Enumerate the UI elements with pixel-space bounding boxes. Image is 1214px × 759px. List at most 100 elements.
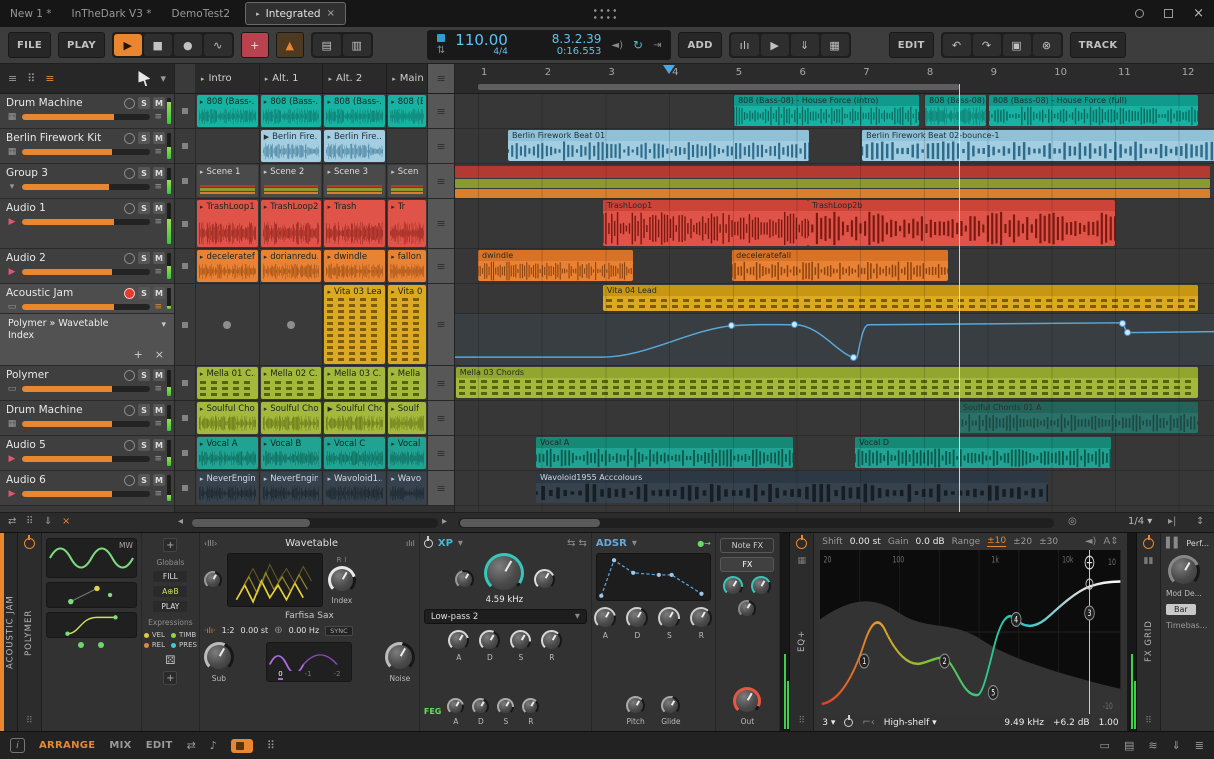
volume-slider[interactable] — [22, 386, 151, 392]
scene-header-alt-1[interactable]: ▸ Alt. 1 — [259, 64, 324, 93]
eq-band-power-button[interactable] — [844, 715, 854, 727]
edit-tab[interactable]: EDIT — [146, 740, 173, 751]
clip-play-icon[interactable]: ▸ — [264, 202, 268, 212]
launcher-clip-soulf[interactable]: ▸ Soulf — [388, 402, 427, 434]
chooser-add-button[interactable]: + — [134, 348, 143, 361]
feg-r-knob[interactable]: R — [522, 698, 540, 726]
launcher-scrollbar[interactable] — [192, 518, 438, 528]
wavetable-preset-name[interactable]: Farfisa Sax — [204, 611, 415, 621]
track-options-icon[interactable]: ≡ — [154, 489, 162, 499]
mute-button[interactable]: M — [153, 132, 165, 144]
globals-fill-button[interactable]: FILL — [153, 571, 188, 582]
keytrack-icon[interactable]: ·ılı· — [204, 626, 216, 635]
filter-env-a-knob[interactable]: A — [448, 630, 470, 662]
expression-pres[interactable]: PRES — [171, 641, 197, 649]
chooser-caret-icon[interactable]: ▾ — [161, 320, 166, 330]
clip-play-icon[interactable]: ▸ — [327, 474, 331, 484]
solo-button[interactable]: S — [138, 474, 150, 486]
clip-slot[interactable]: ▸ Mella 02 C... — [259, 366, 324, 400]
pre-roll-icon[interactable]: ◄) — [611, 40, 623, 51]
stop-clip-button[interactable] — [175, 199, 196, 248]
sub-octave-display[interactable]: 0 -1 -2 — [266, 642, 353, 682]
clip-slot[interactable]: ▸ Mella 01 C... — [195, 366, 260, 400]
meter-panel-icon[interactable]: ≣ — [1195, 739, 1204, 752]
eq-band-type-select[interactable]: High-shelf ▾ — [884, 718, 937, 728]
io-panel-button[interactable] — [230, 738, 253, 753]
arranger-lane-polymer[interactable]: Mella 03 Chords — [455, 366, 1214, 401]
clip-play-icon[interactable]: ▸ — [327, 97, 331, 107]
launcher-clip-vita-0[interactable]: ▸ Vita 0 — [388, 285, 427, 364]
amp-env-r-knob[interactable]: R — [690, 607, 713, 640]
monitor-button[interactable] — [124, 97, 135, 109]
clip-slot[interactable]: ▸NeverEngin... — [195, 471, 260, 505]
clip-play-icon[interactable]: ▸ — [391, 97, 395, 107]
launcher-clip-vocal-a[interactable]: ▸ Vocal A — [196, 437, 258, 469]
launcher-clip-vocal-b[interactable]: ▸ Vocal B — [260, 437, 322, 469]
eq-power-button[interactable] — [796, 535, 808, 549]
polymer-name[interactable]: POLYMER — [24, 556, 34, 709]
mute-button[interactable]: M — [153, 439, 165, 451]
osc-prev-next-icon[interactable]: ‹ΙΙΙ› — [204, 539, 217, 548]
mixer-panel-icon[interactable]: ≋ — [1148, 739, 1157, 752]
wt-mode-icons[interactable]: R ⌇ — [337, 556, 348, 564]
clip-play-icon[interactable]: ▸ — [264, 167, 268, 177]
mute-button[interactable]: M — [153, 202, 165, 214]
position-display[interactable]: 8.3.2.39 — [552, 32, 602, 46]
glide-knob[interactable] — [661, 696, 681, 715]
stop-clip-button[interactable] — [175, 436, 196, 470]
device-track-tab[interactable]: ACOUSTIC JAM — [0, 533, 18, 731]
clip-slot[interactable]: ▸ 808 (Bass-... — [323, 94, 388, 128]
eq-gain-value[interactable]: 0.0 dB — [916, 537, 945, 547]
bar-button[interactable]: Bar — [1166, 604, 1196, 615]
mix-tab[interactable]: MIX — [109, 740, 131, 751]
clip-slot[interactable]: ▸ Scene 3 — [323, 164, 388, 198]
out-knob[interactable] — [733, 687, 762, 715]
solo-button[interactable]: S — [138, 439, 150, 451]
arranger-clip-berlin-firework-beat-02-bounce-1[interactable]: Berlin Firework Beat 02-bounce-1 — [862, 130, 1214, 161]
clip-play-icon[interactable]: ▸ — [391, 404, 395, 414]
envelope-display[interactable] — [595, 553, 711, 601]
automation-point[interactable] — [791, 321, 798, 328]
filter-res-knob[interactable] — [534, 568, 556, 590]
launcher-clip-mella-01-c[interactable]: ▸ Mella 01 C... — [196, 367, 258, 399]
clip-slot[interactable]: ▸Soulful Cho... — [259, 401, 324, 435]
expression-timb[interactable]: TIMB — [171, 631, 197, 639]
clip-play-icon[interactable]: ▸ — [264, 97, 268, 107]
arranger-lane-audio-2[interactable]: dwindle deceleratefall — [455, 249, 1214, 284]
clip-play-icon[interactable]: ▸ — [200, 202, 204, 212]
track-options-icon[interactable]: ≡ — [154, 182, 162, 192]
launcher-clip-scene-2[interactable]: ▸ Scene 2 — [260, 165, 322, 197]
launcher-clip-vocal-c[interactable]: ▸ Vocal C — [324, 437, 386, 469]
track-header-audio-2[interactable]: Audio 2 S M ▶ ≡ — [0, 249, 174, 284]
volume-slider[interactable] — [22, 184, 151, 190]
tap-tempo-icon[interactable] — [437, 34, 446, 42]
amp-env-s-knob[interactable]: S — [658, 607, 681, 640]
launcher-clip-scen[interactable]: ▸ Scen — [388, 165, 427, 197]
scene-header-main[interactable]: ▸ Main — [387, 64, 429, 93]
filter-mode-select[interactable]: Low-pass 2 ▾ — [423, 609, 587, 624]
arranger-clip-soulful-chords-01-a[interactable]: Soulful Chords 01 A — [958, 402, 1198, 433]
mute-button[interactable]: M — [153, 97, 165, 109]
feg-s-knob[interactable]: S — [497, 698, 515, 726]
stop-button[interactable]: ■ — [143, 34, 172, 56]
close-button[interactable]: × — [1193, 7, 1204, 20]
solo-button[interactable]: S — [138, 404, 150, 416]
fxgrid-power-button[interactable] — [1143, 535, 1154, 549]
noise-knob[interactable] — [384, 642, 415, 672]
groove-icon[interactable]: ♪ — [210, 739, 217, 752]
clip-play-icon[interactable]: ▸ — [327, 132, 331, 142]
arranger-lane-drum-machine[interactable]: 808 (Bass-08) - House Force (intro) 808 (… — [455, 94, 1214, 129]
polymer-power-button[interactable] — [23, 535, 35, 549]
playhead-cue-marker[interactable] — [663, 65, 675, 80]
import-panel-icon[interactable]: ⇓ — [1172, 739, 1181, 752]
arranger-lane-audio-5[interactable]: Vocal A Vocal D — [455, 436, 1214, 471]
eq-name[interactable]: EQ+ — [797, 573, 807, 709]
filter-type-caret[interactable]: ▾ — [458, 538, 463, 549]
arranger-clip-deceleratefall[interactable]: deceleratefall — [732, 250, 949, 281]
project-tab-integrated[interactable]: ▸ Integrated × — [245, 2, 346, 25]
solo-button[interactable]: S — [138, 167, 150, 179]
overdub-button[interactable]: + — [240, 32, 269, 58]
time-signature[interactable]: 4/4 — [493, 47, 507, 58]
project-tab-new-1[interactable]: New 1 * — [0, 0, 62, 27]
volume-slider[interactable] — [22, 269, 151, 275]
